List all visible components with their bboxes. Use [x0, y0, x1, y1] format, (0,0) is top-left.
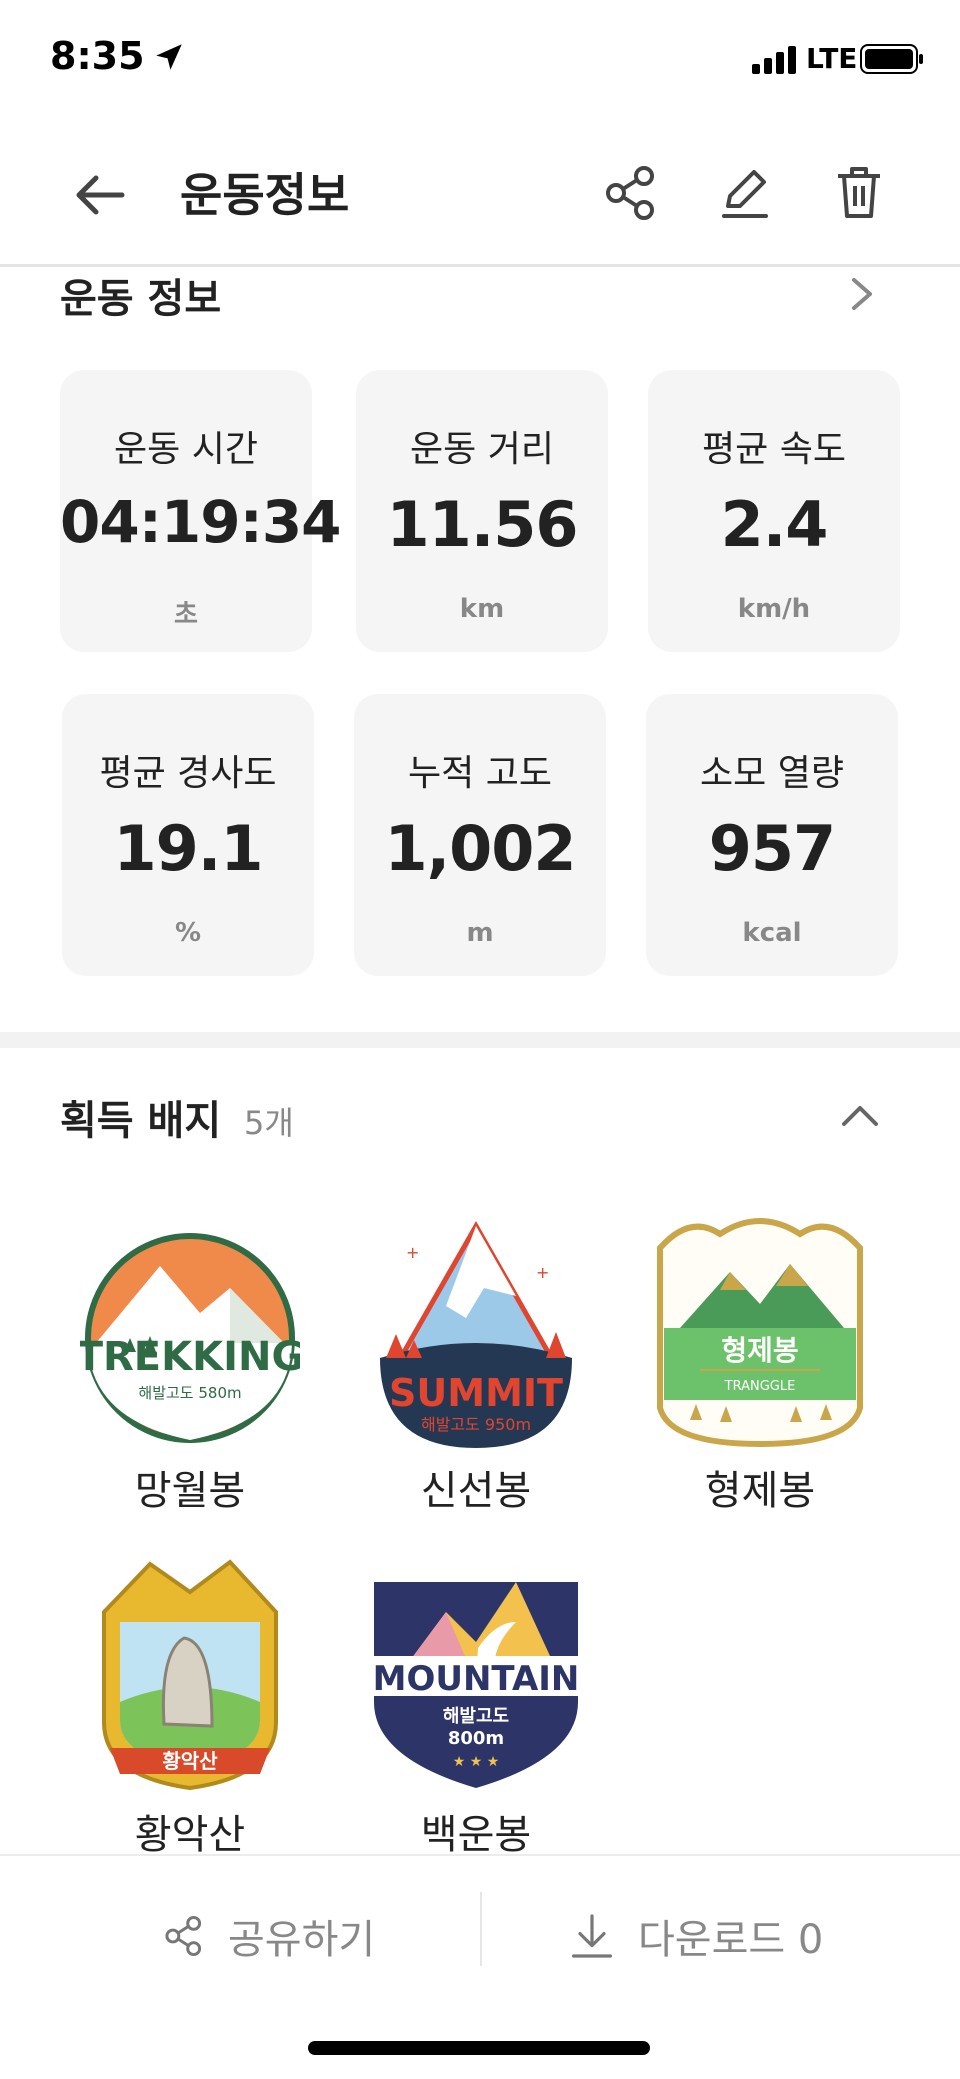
badge-item[interactable]: 황악산 황악산	[70, 1552, 310, 1860]
status-time: 8:35	[50, 34, 145, 78]
hwangak-badge-icon: 황악산	[102, 1559, 278, 1791]
stat-label: 운동 거리	[410, 429, 554, 470]
share-icon[interactable]	[596, 158, 666, 228]
badge-emblem-text: 황악산	[162, 1749, 218, 1773]
badge-name: 망월봉	[134, 1468, 246, 1514]
stat-value: 1,002	[384, 812, 576, 885]
stat-value: 2.4	[720, 488, 829, 561]
stat-card-distance: 운동 거리 11.56 km	[356, 370, 608, 652]
mountain-badge-icon: MOUNTAIN 해발고도 800m ★ ★ ★	[373, 1582, 580, 1788]
share-icon	[165, 1915, 202, 1957]
network-label: LTE	[806, 42, 858, 75]
stat-unit: 초	[174, 600, 198, 630]
stat-value: 957	[708, 812, 836, 885]
trekking-badge-icon: TREKKING 해발고도 580m	[80, 1233, 300, 1443]
badge-item[interactable]: 형제봉 TRANGGLE 형제봉	[640, 1208, 880, 1516]
badge-name: 신선봉	[420, 1468, 532, 1514]
download-icon	[572, 1914, 612, 1958]
edit-icon[interactable]	[710, 158, 780, 228]
stat-card-time: 운동 시간 04:19:34 초	[60, 370, 342, 652]
download-button[interactable]: 다운로드 0	[564, 1896, 823, 1976]
chevron-right-icon[interactable]	[844, 272, 880, 316]
stat-card-speed: 평균 속도 2.4 km/h	[648, 370, 900, 652]
badge-name: 황악산	[134, 1812, 246, 1858]
stat-value: 04:19:34	[60, 488, 342, 556]
stat-card-calories: 소모 열량 957 kcal	[646, 694, 898, 976]
chevron-up-icon[interactable]	[836, 1096, 884, 1132]
stat-label: 누적 고도	[408, 753, 552, 794]
back-arrow-icon[interactable]	[66, 160, 136, 230]
home-indicator[interactable]	[308, 2041, 650, 2055]
bottom-action-bar: 공유하기 다운로드 0	[0, 1854, 960, 2079]
stat-card-elevation: 누적 고도 1,002 m	[354, 694, 606, 976]
stat-unit: km	[459, 594, 505, 624]
stat-value: 11.56	[386, 488, 578, 561]
sparkle-icon: +	[536, 1263, 549, 1282]
section-title-workout: 운동 정보	[60, 276, 222, 322]
stat-label: 평균 속도	[702, 429, 846, 470]
bottom-divider	[480, 1892, 482, 1966]
section-separator	[0, 1032, 960, 1048]
stat-card-slope: 평균 경사도 19.1 %	[62, 694, 314, 976]
app-header: 운동정보	[0, 130, 960, 260]
badge-item[interactable]: MOUNTAIN 해발고도 800m ★ ★ ★ 백운봉	[356, 1552, 596, 1860]
badge-sub-text: TRANGGLE	[724, 1379, 796, 1394]
location-arrow-icon	[156, 44, 182, 70]
download-button-label: 다운로드 0	[638, 1917, 824, 1963]
badge-name: 백운봉	[420, 1812, 532, 1858]
battery-icon	[860, 44, 923, 74]
badges-count: 5개	[244, 1104, 294, 1142]
stat-unit: %	[174, 918, 202, 948]
badge-emblem-text: SUMMIT	[389, 1371, 563, 1415]
page-title: 운동정보	[180, 168, 350, 222]
stat-label: 평균 경사도	[99, 753, 277, 794]
badge-emblem-text: 형제봉	[721, 1334, 798, 1367]
stat-value: 19.1	[113, 812, 264, 885]
badge-item[interactable]: TREKKING 해발고도 580m 망월봉	[70, 1208, 310, 1516]
stat-unit: km/h	[737, 594, 811, 624]
stars-icon: ★ ★ ★	[453, 1754, 500, 1770]
summit-badge-icon: SUMMIT 해발고도 950m + +	[380, 1220, 572, 1448]
trash-icon[interactable]	[824, 158, 894, 228]
sparkle-icon: +	[406, 1243, 419, 1262]
brother-peak-badge-icon: 형제봉 TRANGGLE	[657, 1218, 863, 1448]
badge-sub-text: 해발고도 580m	[138, 1384, 241, 1402]
badge-sub-text: 해발고도	[443, 1706, 509, 1727]
signal-icon	[752, 46, 796, 74]
stat-unit: m	[466, 918, 494, 948]
badge-sub-text: 해발고도 950m	[421, 1415, 531, 1434]
share-button[interactable]: 공유하기	[158, 1896, 375, 1976]
stat-label: 운동 시간	[114, 429, 258, 470]
badge-emblem-text: MOUNTAIN	[373, 1659, 580, 1699]
section-title-badges: 획득 배지	[60, 1098, 222, 1144]
status-bar: 8:35 LTE	[0, 0, 960, 110]
badge-name: 형제봉	[704, 1468, 816, 1514]
stat-label: 소모 열량	[700, 753, 844, 794]
badge-emblem-text: TREKKING	[80, 1334, 300, 1380]
share-button-label: 공유하기	[228, 1917, 376, 1963]
stat-unit: kcal	[742, 918, 802, 948]
badge-sub-text-2: 800m	[448, 1728, 504, 1749]
badge-item[interactable]: SUMMIT 해발고도 950m + + 신선봉	[356, 1208, 596, 1516]
